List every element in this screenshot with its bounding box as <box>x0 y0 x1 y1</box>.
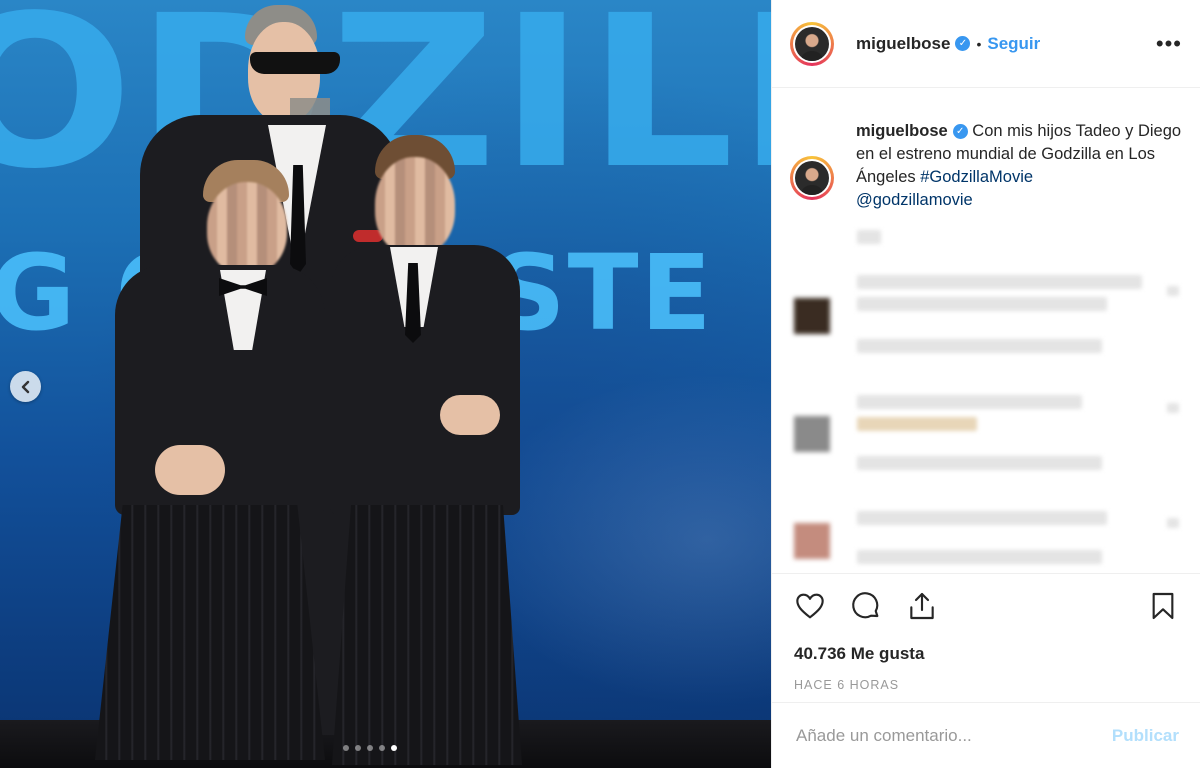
post-side-panel: miguelbose ✓ • Seguir ••• miguelbose ✓ Co… <box>771 0 1200 768</box>
comment-text-blurred <box>857 417 977 431</box>
person-child-right <box>330 135 530 765</box>
post-actions: 40.736 Me gusta HACE 6 HORAS <box>772 573 1200 692</box>
post-photo[interactable]: ODZILL G OF ISTE <box>0 0 771 768</box>
caption-avatar[interactable] <box>790 156 834 200</box>
comment-avatar[interactable] <box>794 298 830 334</box>
carousel-prev-button[interactable] <box>10 371 41 402</box>
comment-meta-blurred <box>857 339 1102 353</box>
share-icon[interactable] <box>906 590 938 622</box>
post-timestamp[interactable]: HACE 6 HORAS <box>794 678 1179 692</box>
comment-icon[interactable] <box>850 590 882 622</box>
comment-meta-blurred <box>857 456 1102 470</box>
person-child-left <box>95 160 335 760</box>
hashtag-link[interactable]: #GodzillaMovie <box>920 168 1033 186</box>
more-options-icon[interactable]: ••• <box>1156 31 1182 57</box>
bookmark-icon[interactable] <box>1147 590 1179 622</box>
comment-input[interactable] <box>794 724 1112 747</box>
carousel-dot <box>355 745 361 751</box>
carousel-dot-active <box>391 745 397 751</box>
action-icons-row <box>794 588 1179 624</box>
carousel-dots <box>343 745 397 751</box>
post-caption: miguelbose ✓ Con mis hijos Tadeo y Diego … <box>772 88 1200 212</box>
caption-username-link[interactable]: miguelbose <box>856 122 948 140</box>
likes-count[interactable]: 40.736 Me gusta <box>794 644 1179 664</box>
chevron-left-icon <box>21 380 29 393</box>
carousel-dot <box>343 745 349 751</box>
comment-like-blurred <box>1167 286 1179 296</box>
follow-button[interactable]: Seguir <box>987 34 1040 54</box>
username-link[interactable]: miguelbose <box>856 34 950 54</box>
comment-like-blurred <box>1167 403 1179 413</box>
carousel-dot <box>379 745 385 751</box>
verified-badge-icon: ✓ <box>955 36 971 51</box>
comment-text-blurred <box>857 395 1082 409</box>
comment-meta-blurred <box>857 550 1102 564</box>
publish-button[interactable]: Publicar <box>1112 726 1179 746</box>
heart-icon[interactable] <box>794 590 826 622</box>
comment-text-blurred <box>857 511 1107 525</box>
comment-text-blurred <box>857 275 1142 289</box>
mention-link[interactable]: @godzillamovie <box>856 191 973 209</box>
comment-text-blurred <box>857 297 1107 311</box>
add-comment-bar: Publicar <box>772 702 1200 768</box>
comments-list <box>772 218 1200 573</box>
carousel-dot <box>367 745 373 751</box>
caption-timestamp-blurred <box>857 230 881 244</box>
profile-avatar[interactable] <box>790 21 834 66</box>
instagram-post-view: ODZILL G OF ISTE <box>0 0 1200 768</box>
caption-text: miguelbose ✓ Con mis hijos Tadeo y Diego … <box>856 120 1182 212</box>
post-header: miguelbose ✓ • Seguir ••• <box>772 0 1200 88</box>
verified-badge-icon: ✓ <box>952 124 968 140</box>
comment-avatar[interactable] <box>794 523 830 559</box>
comment-like-blurred <box>1167 518 1179 528</box>
comment-avatar[interactable] <box>794 416 830 452</box>
header-separator: • <box>976 35 982 52</box>
